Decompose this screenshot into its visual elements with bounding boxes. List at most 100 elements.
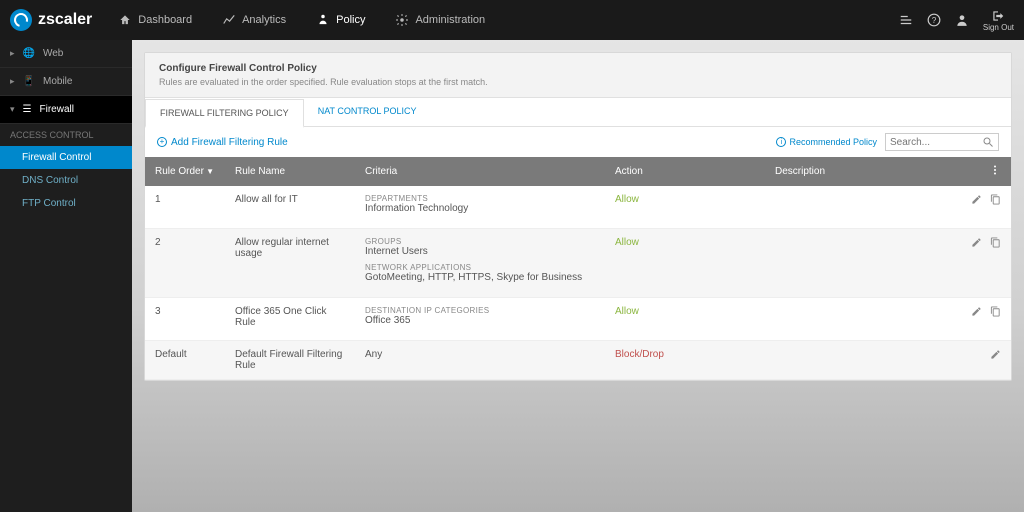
sidebar-section-label: Access Control xyxy=(0,124,132,146)
search-input[interactable] xyxy=(890,137,980,148)
cell-name: Office 365 One Click Rule xyxy=(225,298,355,341)
panel-header: Configure Firewall Control Policy Rules … xyxy=(145,53,1011,98)
criteria-label: Destination IP Categories xyxy=(365,306,595,315)
info-icon: i xyxy=(776,137,786,147)
search-box xyxy=(885,133,999,151)
table-row: 3Office 365 One Click RuleDestination IP… xyxy=(145,298,1011,341)
search-icon[interactable] xyxy=(982,136,994,148)
criteria-label: Groups xyxy=(365,237,595,246)
cell-criteria: Any xyxy=(355,341,605,380)
panel-subtitle: Rules are evaluated in the order specifi… xyxy=(159,77,997,87)
edit-icon[interactable] xyxy=(971,194,982,208)
cell-action: Allow xyxy=(605,229,765,298)
toolbar: + Add Firewall Filtering Rule i Recommen… xyxy=(145,127,1011,157)
sidebar: ▸🌐Web▸📱Mobile▾☰Firewall Access Control F… xyxy=(0,40,132,512)
table-row: 2Allow regular internet usageGroupsInter… xyxy=(145,229,1011,298)
cell-action: Allow xyxy=(605,186,765,229)
nav-items: Dashboard Analytics Policy Administration xyxy=(112,9,899,31)
chevron-icon: ▾ xyxy=(10,104,15,115)
plus-icon: + xyxy=(157,137,167,147)
add-rule-link[interactable]: + Add Firewall Filtering Rule xyxy=(157,137,288,148)
activate-icon[interactable] xyxy=(899,13,913,27)
cell-description xyxy=(765,341,951,380)
sidebar-group-web[interactable]: ▸🌐Web xyxy=(0,40,132,68)
panel-title: Configure Firewall Control Policy xyxy=(159,63,997,74)
table-row: 1Allow all for ITDepartmentsInformation … xyxy=(145,186,1011,229)
sidebar-groups: ▸🌐Web▸📱Mobile▾☰Firewall xyxy=(0,40,132,124)
recommended-policy-link[interactable]: i Recommended Policy xyxy=(776,137,877,147)
sidebar-item-dns-control[interactable]: DNS Control xyxy=(0,169,132,192)
tabs: Firewall Filtering PolicyNAT Control Pol… xyxy=(145,98,431,126)
table-row: DefaultDefault Firewall Filtering Rule An… xyxy=(145,341,1011,380)
edit-icon[interactable] xyxy=(990,349,1001,363)
sidebar-items: Firewall ControlDNS ControlFTP Control xyxy=(0,146,132,215)
content: Configure Firewall Control Policy Rules … xyxy=(132,40,1024,512)
col-criteria[interactable]: Criteria xyxy=(355,157,605,186)
cell-actions xyxy=(951,298,1011,341)
add-rule-label: Add Firewall Filtering Rule xyxy=(171,137,288,148)
chevron-icon: ▸ xyxy=(10,76,15,87)
cell-action: Allow xyxy=(605,298,765,341)
cell-order: 3 xyxy=(145,298,225,341)
signout-label: Sign Out xyxy=(983,23,1014,32)
brand-text: zscaler xyxy=(38,11,92,29)
cell-criteria: Destination IP CategoriesOffice 365 xyxy=(355,298,605,341)
cell-order: 1 xyxy=(145,186,225,229)
help-icon[interactable]: ? xyxy=(927,13,941,27)
criteria-value: Information Technology xyxy=(365,203,595,214)
policy-panel: Configure Firewall Control Policy Rules … xyxy=(144,52,1012,381)
nav-dashboard[interactable]: Dashboard xyxy=(112,9,198,31)
col-menu[interactable] xyxy=(951,157,1011,186)
criteria-value: Internet Users xyxy=(365,246,595,257)
tab-nat-control-policy[interactable]: NAT Control Policy xyxy=(304,98,431,126)
chevron-icon: ▸ xyxy=(10,48,15,59)
criteria-value: GotoMeeting, HTTP, HTTPS, Skype for Busi… xyxy=(365,272,595,283)
cell-name: Default Firewall Filtering Rule xyxy=(225,341,355,380)
copy-icon[interactable] xyxy=(990,194,1001,208)
nav-icon xyxy=(118,13,132,27)
cell-description xyxy=(765,229,951,298)
edit-icon[interactable] xyxy=(971,306,982,320)
sidebar-group-firewall[interactable]: ▾☰Firewall xyxy=(0,96,132,124)
column-menu-icon[interactable] xyxy=(989,164,1001,179)
top-nav: zscaler Dashboard Analytics Policy Administ… xyxy=(0,0,1024,40)
copy-icon[interactable] xyxy=(990,237,1001,251)
cell-actions xyxy=(951,229,1011,298)
col-name[interactable]: Rule Name xyxy=(225,157,355,186)
cell-description xyxy=(765,298,951,341)
cell-criteria: GroupsInternet Users Network Applications… xyxy=(355,229,605,298)
tabs-row: Firewall Filtering PolicyNAT Control Pol… xyxy=(145,98,1011,127)
user-icon[interactable] xyxy=(955,13,969,27)
sidebar-item-firewall-control[interactable]: Firewall Control xyxy=(0,146,132,169)
copy-icon[interactable] xyxy=(990,306,1001,320)
cell-description xyxy=(765,186,951,229)
nav-icon xyxy=(316,13,330,27)
nav-administration[interactable]: Administration xyxy=(389,9,491,31)
col-action[interactable]: Action xyxy=(605,157,765,186)
cell-action: Block/Drop xyxy=(605,341,765,380)
recommended-policy-label: Recommended Policy xyxy=(789,137,877,147)
col-order[interactable]: Rule Order xyxy=(145,157,225,186)
cell-name: Allow regular internet usage xyxy=(225,229,355,298)
brand-logo[interactable]: zscaler xyxy=(10,9,92,31)
signout-button[interactable]: Sign Out xyxy=(983,9,1014,32)
criteria-value: Any xyxy=(365,349,595,360)
cell-order: Default xyxy=(145,341,225,380)
cell-order: 2 xyxy=(145,229,225,298)
cell-name: Allow all for IT xyxy=(225,186,355,229)
criteria-label: Network Applications xyxy=(365,263,595,272)
nav-right: ? Sign Out xyxy=(899,9,1014,32)
col-description[interactable]: Description xyxy=(765,157,951,186)
sidebar-item-ftp-control[interactable]: FTP Control xyxy=(0,192,132,215)
edit-icon[interactable] xyxy=(971,237,982,251)
cell-actions xyxy=(951,186,1011,229)
tab-firewall-filtering-policy[interactable]: Firewall Filtering Policy xyxy=(145,99,304,128)
sidebar-group-mobile[interactable]: ▸📱Mobile xyxy=(0,68,132,96)
svg-text:?: ? xyxy=(932,16,937,25)
nav-icon xyxy=(395,13,409,27)
nav-policy[interactable]: Policy xyxy=(310,9,371,31)
nav-analytics[interactable]: Analytics xyxy=(216,9,292,31)
cell-criteria: DepartmentsInformation Technology xyxy=(355,186,605,229)
criteria-label: Departments xyxy=(365,194,595,203)
brand-icon xyxy=(10,9,32,31)
